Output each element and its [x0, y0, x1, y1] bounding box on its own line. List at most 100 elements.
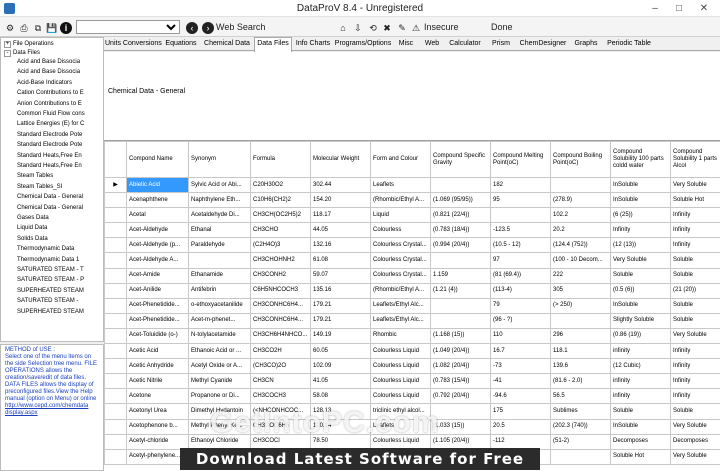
table-cell[interactable]	[430, 448, 491, 465]
row-header[interactable]	[104, 252, 127, 269]
tab-info-charts[interactable]: Info Charts	[293, 38, 333, 51]
table-cell[interactable]: 182	[490, 176, 551, 194]
table-cell[interactable]: Soluble	[670, 312, 720, 329]
table-cell[interactable]	[430, 403, 491, 420]
table-row[interactable]: Acet-Toluidide (o-) N-tolylacetamide CH3CH…	[104, 327, 720, 345]
settings-icon[interactable]: ⚙	[4, 20, 18, 34]
table-cell[interactable]: Methyl Phenyl Ke...	[188, 418, 251, 435]
table-cell[interactable]: 20.5	[490, 418, 551, 435]
table-cell[interactable]: 16.7	[490, 343, 551, 360]
table-cell[interactable]: (Rhombic/Ethyl A...	[370, 192, 431, 209]
table-cell[interactable]: InSoluble	[610, 297, 671, 314]
row-header[interactable]	[104, 297, 127, 314]
table-cell[interactable]: Paraldehyde	[188, 237, 251, 254]
table-row[interactable]: Acet-Amide Ethanamide CH3CONH2 59.07 Colourl…	[104, 267, 720, 284]
table-cell[interactable]: 79	[490, 297, 551, 314]
table-row[interactable]: Acet-Anilide Antifebrin C6H5NHCOCH3 135.16(…	[104, 282, 720, 299]
table-cell[interactable]: Acetyl-chloride	[126, 433, 189, 450]
table-cell[interactable]: Decomposes	[670, 433, 720, 450]
table-row[interactable]: Acetyl-chloride Ethanoyl Chloride CH3COCl 7…	[104, 433, 720, 450]
tree-item-data-file[interactable]: Anion Contributions to E	[17, 100, 103, 109]
table-cell[interactable]: Acet-m-phenet...	[188, 312, 251, 329]
tree-item-data-file[interactable]: Cation Contributions to E	[17, 89, 103, 98]
table-cell[interactable]: 296	[550, 327, 611, 345]
table-cell[interactable]: Acetone	[126, 388, 189, 405]
table-cell[interactable]: Methyl Cyanide	[188, 373, 251, 390]
table-cell[interactable]: infinity	[610, 388, 671, 405]
table-row[interactable]: Acetic Acid Ethanoic Acid or ... CH3CO2H 60…	[104, 343, 720, 360]
table-cell[interactable]: Acet-Toluidide (o-)	[126, 327, 189, 345]
data-grid[interactable]: Compond Name Synonym Formula Molecular Weig…	[104, 140, 720, 471]
tab-chemdesigner[interactable]: ChemDesigner	[517, 38, 569, 51]
tree-item-data-file[interactable]: Chemical Data - General	[17, 204, 103, 213]
table-cell[interactable]: o-ethoxyacetanilide	[188, 297, 251, 314]
table-cell[interactable]: Colourless Liquid	[370, 343, 431, 360]
table-cell[interactable]: InSoluble	[610, 418, 671, 435]
table-cell[interactable]: 60.05	[310, 343, 371, 360]
table-cell[interactable]: CH3CO2H	[250, 343, 311, 360]
column-header[interactable]: Compound Solubility 1 parts Alcol	[670, 141, 720, 178]
table-cell[interactable]: 1.159	[430, 267, 491, 284]
table-cell[interactable]: (0.86 (19))	[610, 327, 671, 345]
table-cell[interactable]: CH3CONH2	[250, 267, 311, 284]
table-row[interactable]: Acenaphthene Naphthylene Eth... C10H6(CH2)…	[104, 192, 720, 209]
tree-item-data-file[interactable]: Gases Data	[17, 214, 103, 223]
table-cell[interactable]: Acetic Nitrile	[126, 373, 189, 390]
table-cell[interactable]: infinity	[610, 343, 671, 360]
row-header[interactable]	[104, 358, 127, 375]
row-header[interactable]	[104, 237, 127, 254]
table-cell[interactable]: 305	[550, 282, 611, 299]
row-header[interactable]	[104, 282, 127, 299]
tree-item-data-file[interactable]: Chemical Data - General	[17, 193, 103, 202]
minimize-icon[interactable]: –	[644, 2, 666, 15]
tree-item-data-file[interactable]: Standard Electrode Pote	[17, 131, 103, 140]
table-cell[interactable]: Slightly Soluble	[610, 312, 671, 329]
table-cell[interactable]: Rhombic	[370, 327, 431, 345]
table-cell[interactable]: Decomposes	[610, 433, 671, 450]
table-cell[interactable]: 44.05	[310, 222, 371, 239]
table-cell[interactable]	[490, 207, 551, 224]
table-cell[interactable]: 132.16	[310, 237, 371, 254]
tree-item-data-file[interactable]: Steam Tables_SI	[17, 183, 103, 192]
table-cell[interactable]: 175	[490, 403, 551, 420]
table-cell[interactable]: 20.2	[550, 222, 611, 239]
table-cell[interactable]: 179.21	[310, 312, 371, 329]
table-cell[interactable]: (C2H4O)3	[250, 237, 311, 254]
save-icon[interactable]: 💾	[46, 20, 60, 34]
tree-item-data-file[interactable]: Standard Electrode Pote	[17, 141, 103, 150]
tree-item-data-file[interactable]: Thermodynamic Data	[17, 245, 103, 254]
tab-prism[interactable]: Prism	[486, 38, 516, 51]
table-cell[interactable]: 41.05	[310, 373, 371, 390]
tree-item-data-file[interactable]: Solids Data	[17, 235, 103, 244]
table-cell[interactable]: (<NHCONHCOC...	[250, 403, 311, 420]
table-cell[interactable]: CH3CH6H4NHCO...	[250, 327, 311, 345]
table-cell[interactable]: 118.17	[310, 207, 371, 224]
tab-periodic-table[interactable]: Periodic Table	[603, 38, 655, 51]
table-cell[interactable]: Colourless Liquid	[370, 358, 431, 375]
stop-icon[interactable]: ✖	[381, 20, 395, 34]
tree-item-data-file[interactable]: SUPERHEATED STEAM	[17, 308, 103, 317]
table-cell[interactable]: Acet-Anilide	[126, 282, 189, 299]
table-row[interactable]: Acetic Anhydride Acetyl Oxide or A... (CH3…	[104, 358, 720, 375]
table-cell[interactable]: (1.049 (20/4))	[430, 343, 491, 360]
column-header[interactable]: Synonym	[188, 141, 251, 178]
table-cell[interactable]: InSoluble	[610, 176, 671, 194]
table-row[interactable]: Acetonyl Urea Dimethyl Hydantoin (<NHCONHC…	[104, 403, 720, 420]
table-cell[interactable]: Colourless Crystal...	[370, 237, 431, 254]
table-cell[interactable]: Acetic Acid	[126, 343, 189, 360]
table-cell[interactable]: Soluble Hot	[670, 192, 720, 209]
table-cell[interactable]: 222	[550, 267, 611, 284]
tree-item-data-file[interactable]: Lattice Energies (E) for C	[17, 120, 103, 129]
download-icon[interactable]: ⇩	[352, 20, 366, 34]
table-cell[interactable]: (0.994 (20/4))	[430, 237, 491, 254]
table-cell[interactable]: Colourless Crystal...	[370, 267, 431, 284]
tree-item-data-files[interactable]: - Data Files	[4, 49, 103, 58]
table-cell[interactable]: CH3CONHC6H4...	[250, 297, 311, 314]
table-cell[interactable]: CH3COCH3	[250, 388, 311, 405]
table-row[interactable]: Acetone Propanone or Di... CH3COCH3 58.08 Co…	[104, 388, 720, 405]
row-header[interactable]	[104, 207, 127, 224]
table-cell[interactable]: 149.19	[310, 327, 371, 345]
table-cell[interactable]: 118.1	[550, 343, 611, 360]
expand-icon[interactable]: +	[4, 41, 11, 48]
table-cell[interactable]: Acet-Aldehyde A...	[126, 252, 189, 269]
